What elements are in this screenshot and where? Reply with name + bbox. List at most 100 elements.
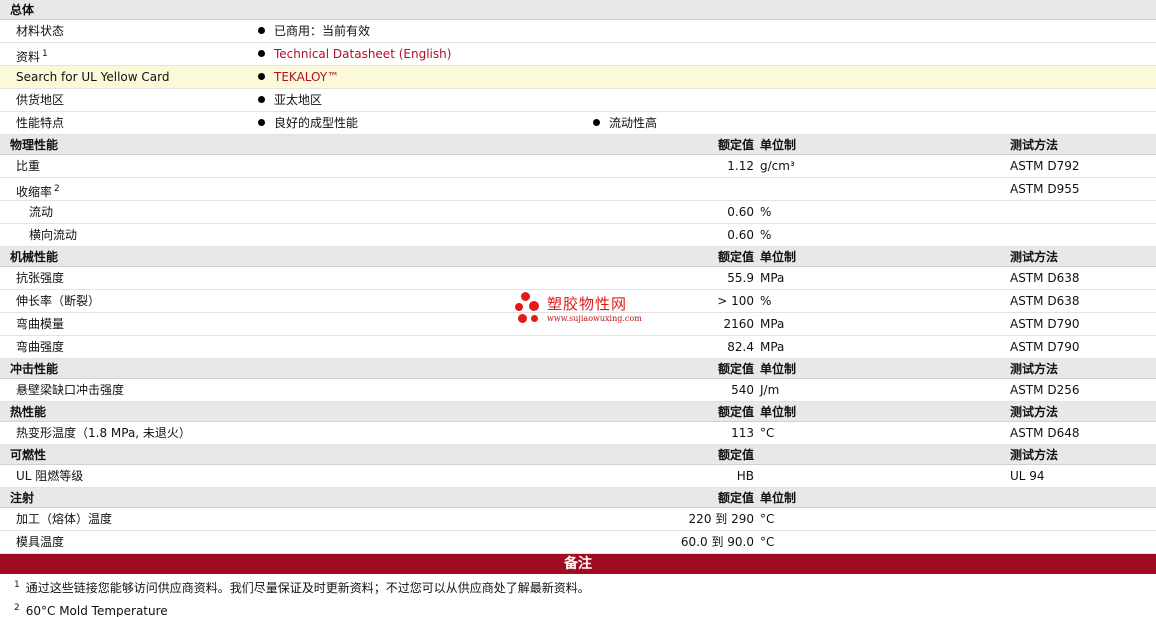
section-title: 热性能 — [10, 405, 47, 419]
watermark-title: 塑胶物性网 — [547, 295, 628, 313]
property-row: 收缩率 2 ASTM D955 — [0, 178, 1156, 201]
watermark-url: www.sujiaowuxing.com — [547, 314, 642, 323]
note-2-number: 2 — [14, 603, 20, 613]
note-1-text: 通过这些链接您能够访问供应商资料。我们尽量保证及时更新资料；不过您可以从供应商处… — [25, 581, 590, 595]
general-row: Search for UL Yellow Card TEKALOY™ — [0, 66, 1156, 89]
column-header-unit: 单位制 — [760, 405, 797, 419]
label-text: 热变形温度（1.8 MPa, 未退火） — [16, 426, 191, 440]
watermark-dot — [521, 292, 530, 301]
column-header-unit: 单位制 — [760, 491, 797, 505]
general-row: 材料状态 已商用：当前有效 — [0, 20, 1156, 43]
footnote-ref: 2 — [54, 184, 60, 194]
property-row: 加工（熔体）温度 220 到 290 °C — [0, 508, 1156, 531]
property-row: 模具温度 60.0 到 90.0 °C — [0, 531, 1156, 554]
general-value[interactable]: TEKALOY™ — [258, 66, 339, 89]
column-header-rated: 额定值 — [717, 491, 754, 505]
general-value: 已商用：当前有效 — [258, 20, 370, 43]
label-text: 伸长率（断裂） — [16, 294, 101, 308]
label-text: 资料 — [16, 50, 41, 64]
property-value: HB — [736, 469, 754, 483]
section-header-mechanical: 机械性能 额定值 单位制 测试方法 — [0, 247, 1156, 267]
value-link[interactable]: Technical Datasheet (English) — [274, 47, 451, 61]
label-text: 抗张强度 — [16, 271, 65, 285]
property-row: 流动 0.60% — [0, 201, 1156, 224]
label-text: 加工（熔体）温度 — [16, 512, 113, 526]
property-label: 比重 — [16, 155, 40, 178]
label-text: UL 阻燃等级 — [16, 469, 84, 483]
column-header-unit: 单位制 — [760, 362, 797, 376]
column-header-test: 测试方法 — [1010, 405, 1059, 419]
general-value[interactable]: Technical Datasheet (English) — [258, 43, 451, 66]
property-unit: % — [760, 205, 772, 219]
property-label: UL 阻燃等级 — [16, 465, 83, 488]
property-unit: MPa — [760, 340, 785, 354]
general-row: 供货地区 亚太地区 — [0, 89, 1156, 112]
label-text: 悬壁梁缺口冲击强度 — [16, 383, 125, 397]
property-test-method: ASTM D790 — [1010, 317, 1080, 331]
label-text: 供货地区 — [16, 93, 65, 107]
datasheet-table: 总体 材料状态 已商用：当前有效 资料 1 Technical Datasheet (En… — [0, 0, 1156, 554]
section-header-injection: 注射 额定值 单位制 — [0, 488, 1156, 508]
column-header-test: 测试方法 — [1010, 362, 1059, 376]
footnote-ref: 1 — [42, 49, 48, 59]
general-value: 流动性高 — [593, 112, 657, 135]
property-unit: J/m — [760, 383, 780, 397]
section-title: 机械性能 — [10, 250, 59, 264]
property-row: 热变形温度（1.8 MPa, 未退火） 113 °C ASTM D648 — [0, 422, 1156, 445]
property-label: 弯曲模量 — [16, 313, 64, 336]
property-row: 弯曲强度 82.4 MPa ASTM D790 — [0, 336, 1156, 359]
property-value: 2160 — [723, 317, 754, 331]
column-header-test: 测试方法 — [1010, 250, 1059, 264]
section-title: 冲击性能 — [10, 362, 59, 376]
property-value: > 100 — [717, 294, 754, 308]
property-unit: g/cm³ — [760, 159, 795, 173]
label-text: 流动 — [29, 205, 54, 219]
property-label: 横向流动 — [29, 224, 77, 247]
notes-header: 备注 — [0, 554, 1156, 574]
bullet-icon — [593, 119, 600, 126]
property-row: 横向流动 0.60% — [0, 224, 1156, 247]
property-unit: °C — [760, 512, 775, 526]
section-title: 注射 — [10, 491, 35, 505]
property-value: 82.4 — [727, 340, 754, 354]
bullet-icon — [258, 119, 265, 126]
property-label: 伸长率（断裂） — [16, 290, 100, 313]
property-test-method: ASTM D790 — [1010, 340, 1080, 354]
value-text: 亚太地区 — [274, 93, 323, 107]
column-header-unit: 单位制 — [760, 138, 797, 152]
watermark-dot — [518, 314, 527, 323]
label-text: 模具温度 — [16, 535, 65, 549]
watermark-dot — [531, 315, 538, 322]
column-header-test: 测试方法 — [1010, 138, 1059, 152]
section-header-impact: 冲击性能 额定值 单位制 测试方法 — [0, 359, 1156, 379]
bullet-icon — [258, 96, 265, 103]
label-text: Search for UL Yellow Card — [16, 70, 170, 84]
property-test-method: ASTM D256 — [1010, 383, 1080, 397]
label-text: 材料状态 — [16, 24, 65, 38]
property-test-method: ASTM D638 — [1010, 271, 1080, 285]
property-row: 抗张强度 55.9 MPa ASTM D638 — [0, 267, 1156, 290]
property-test-method: ASTM D792 — [1010, 159, 1080, 173]
label-text: 性能特点 — [16, 116, 65, 130]
property-row: 悬壁梁缺口冲击强度 540 J/m ASTM D256 — [0, 379, 1156, 402]
property-unit: °C — [760, 535, 775, 549]
section-header-flammability: 可燃性 额定值 测试方法 — [0, 445, 1156, 465]
property-value: 55.9 — [727, 271, 754, 285]
property-test-method: ASTM D648 — [1010, 426, 1080, 440]
value-text: 良好的成型性能 — [274, 116, 359, 130]
column-header-rated: 额定值 — [717, 250, 754, 264]
bullet-icon — [258, 73, 265, 80]
value-link[interactable]: TEKALOY™ — [274, 70, 339, 84]
property-value: 113 — [731, 426, 754, 440]
general-label: Search for UL Yellow Card — [16, 66, 169, 89]
note-1-number: 1 — [14, 580, 20, 590]
watermark-dot — [515, 303, 523, 311]
property-value: 0.60 — [727, 228, 754, 242]
note-1: 1 通过这些链接您能够访问供应商资料。我们尽量保证及时更新资料；不过您可以从供应商… — [0, 574, 1156, 597]
label-text: 弯曲模量 — [16, 317, 65, 331]
column-header-rated: 额定值 — [717, 362, 754, 376]
value-text: 流动性高 — [609, 116, 658, 130]
section-header-thermal: 热性能 额定值 单位制 测试方法 — [0, 402, 1156, 422]
column-header-unit: 单位制 — [760, 250, 797, 264]
property-unit: °C — [760, 426, 775, 440]
